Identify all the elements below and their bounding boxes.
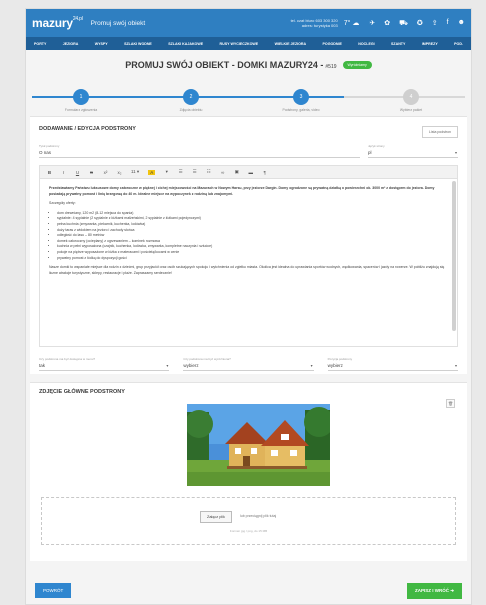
nav-item[interactable]: WYSPY [95,42,108,46]
tagline: Promuj swój obiekt [90,19,146,27]
nav-item[interactable]: SZANTY [391,42,405,46]
page-header: PROMUJ SWÓJ OBIEKT - DOMKI MAZURY24 - #51… [26,50,471,80]
contact-info: tel. czat biuro 603 300 320 adres: turys… [290,18,338,28]
upload-button[interactable]: Załącz plik [200,511,232,523]
align-button[interactable]: ☷ [206,169,211,175]
bullet-list-button[interactable]: ☰ [178,169,183,175]
upload-dropzone[interactable]: Załącz plik lub przeciągnij plik tutaj F… [41,497,456,545]
weather-widget[interactable]: 7° ☁ [344,19,360,27]
step-1-label: Formularz zgłoszenia [64,108,98,112]
nav-item[interactable]: JEZIORA [63,42,79,46]
nav-item[interactable]: IMPREZY [422,42,438,46]
site-logo[interactable]: mazury24.pl [32,16,83,30]
plane-icon[interactable]: ✈ [369,19,375,28]
italic-button[interactable]: I [61,170,66,175]
upload-format-note: Format: jpg / png, do 15 MB [229,529,268,533]
title-field[interactable]: Tytuł podstrony O nas [39,144,360,158]
featured-badge[interactable]: Wyróżniamy [342,61,372,69]
nav-item[interactable]: POGODNIE [323,42,342,46]
progress-stepper: 1 Formularz zgłoszenia 2 Zdjęcia obiektu… [26,80,471,116]
step-4-label: Wybierz pakiet [399,108,423,112]
superscript-button[interactable]: x² [103,170,108,175]
step-2[interactable]: 2 [183,89,199,105]
house-photo [187,404,330,486]
highlight-select[interactable]: Czy podstrona ma być wyróżniona? wybierz… [183,357,314,371]
subpage-list-button[interactable]: Lista podstron [422,126,458,138]
save-and-return-button[interactable]: ZAPISZ I WRÓĆ ➜ [406,583,462,599]
font-size-select[interactable]: 11 ▾ [131,169,139,175]
nav-item[interactable]: POD. [454,42,463,46]
section-title: ZDJĘCIE GŁÓWNE PODSTRONY [39,389,125,395]
page-title: PROMUJ SWÓJ OBIEKT - DOMKI MAZURY24 - #51… [125,60,337,70]
main-photo-card: ZDJĘCIE GŁÓWNE PODSTRONY 🗑 Załącz plik l… [30,382,467,561]
chevron-down-icon: ▾ [310,363,313,368]
editor-paragraph: Przedstawiamy Państwu luksusowe domy cał… [49,186,435,196]
main-nav: PORTY JEZIORA WYSPY SZLAKI WODNE SZLAKI … [26,37,471,50]
step-1[interactable]: 1 [73,89,89,105]
car-icon[interactable]: ⛟ [399,19,408,28]
language-select[interactable]: Język strony pl ▾ [368,144,458,158]
editor-scrollbar[interactable] [452,181,456,331]
link-button[interactable]: ∞ [220,170,225,175]
image-button[interactable]: ▣ [234,169,239,175]
menu-visibility-select[interactable]: Czy podstrona ma być dostępna w menu? ta… [39,357,170,371]
back-button[interactable]: POWRÓT [35,583,72,598]
video-button[interactable]: ▬ [248,170,253,175]
position-select[interactable]: Pozycja podstrony wybierz ▾ [327,357,458,371]
share-icon[interactable]: ⇪ [432,19,438,28]
chevron-down-icon: ▾ [454,363,457,368]
underline-button[interactable]: U [75,170,80,175]
paragraph-button[interactable]: ¶ [262,170,267,175]
list-item: prywatny pomost z łódką do dyspozycji go… [57,256,448,262]
trash-icon[interactable]: 🗑 [446,399,455,408]
nav-item[interactable]: WIELKIE JEZIORA [275,42,307,46]
top-bar: mazury24.pl Promuj swój obiekt tel. czat… [26,9,471,37]
editor-list: dom drewniany, 120 m2 (8-12 miejsca do s… [57,211,448,261]
settings-icon[interactable]: ✪ [417,19,423,28]
numbered-list-button[interactable]: ☰ [192,169,197,175]
bold-button[interactable]: B [47,170,52,175]
chevron-down-icon: ▾ [166,363,169,368]
subscript-button[interactable]: x₂ [117,170,122,175]
paw-icon[interactable]: ✿ [384,19,390,28]
text-color-button[interactable]: A [148,169,156,175]
top-icons: ✈ ✿ ⛟ ✪ ⇪ f ☻ [369,19,465,28]
section-title: DODAWANIE / EDYCJA PODSTRONY [39,126,136,132]
editor-heading: Szczegóły oferty: [49,201,76,206]
nav-item[interactable]: SZLAKI KAJAKOWE [168,42,203,46]
nav-item[interactable]: PORTY [34,42,46,46]
step-4[interactable]: 4 [403,89,419,105]
title-row: Tytuł podstrony O nas Język strony pl ▾ [39,144,458,158]
editor-paragraph: Nasze domki to wspaniałe miejsce dla rod… [49,265,445,275]
step-2-label: Zdjęcia obiektu [179,108,203,112]
options-row: Czy podstrona ma być dostępna w menu? ta… [39,357,458,371]
editor-toolbar: B I U S x² x₂ 11 ▾ A ▾ ☰ ☰ ☷ ∞ ▣ ▬ ¶ [39,165,458,179]
nav-item[interactable]: SZLAKI WODNE [124,42,152,46]
subpage-editor-card: DODAWANIE / EDYCJA PODSTRONY Lista podst… [30,116,467,374]
form-footer: POWRÓT ZAPISZ I WRÓĆ ➜ [30,581,467,601]
chevron-down-icon: ▾ [454,150,457,155]
page-frame: mazury24.pl Promuj swój obiekt tel. czat… [25,8,472,605]
step-3-label: Podstrony, galeria, video [282,108,320,112]
rich-text-editor[interactable]: Przedstawiamy Państwu luksusowe domy cał… [39,179,458,347]
user-icon[interactable]: ☻ [458,19,465,28]
facebook-icon[interactable]: f [447,19,449,28]
step-3[interactable]: 3 [293,89,309,105]
upload-hint: lub przeciągnij plik tutaj [240,514,277,518]
nav-item[interactable]: NOCLEGI [358,42,374,46]
strike-button[interactable]: S [89,170,94,175]
text-color-dropdown[interactable]: ▾ [164,169,169,175]
stepper-line [32,96,465,98]
nav-item[interactable]: RUSY WYCIECZKOWE [220,42,259,46]
